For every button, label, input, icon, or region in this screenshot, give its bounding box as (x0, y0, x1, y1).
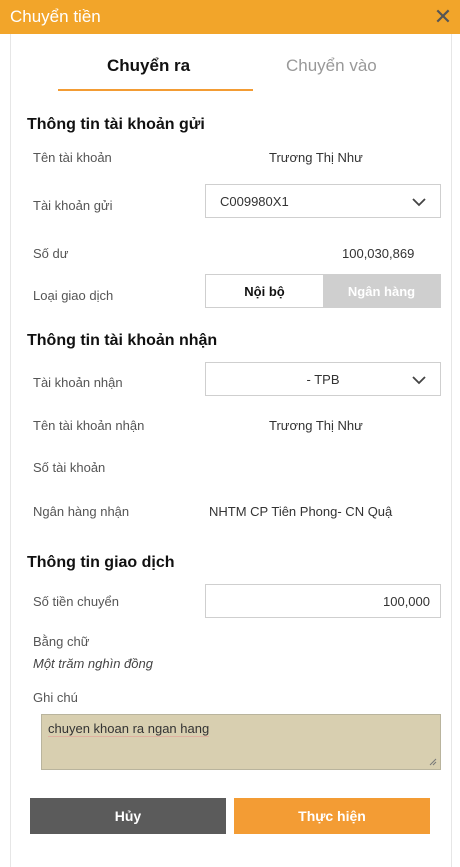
receiver-name-label: Tên tài khoản nhận (33, 418, 145, 433)
balance-label: Số dư (33, 246, 69, 261)
txn-type-bank-option[interactable]: Ngân hàng (323, 275, 440, 307)
note-label: Ghi chú (33, 690, 78, 705)
submit-button[interactable]: Thực hiện (234, 798, 430, 834)
txn-type-internal-option[interactable]: Nội bộ (206, 275, 323, 307)
receiver-section-title: Thông tin tài khoản nhận (27, 332, 218, 349)
receiver-bank-label: Ngân hàng nhận (33, 504, 130, 519)
txn-type-toggle: Nội bộ Ngân hàng (205, 274, 441, 308)
tab-transfer-out[interactable]: Chuyển ra (107, 56, 190, 76)
window-titlebar: Chuyển tiền ✕ (0, 0, 460, 34)
amount-label: Số tiền chuyển (33, 594, 120, 609)
chevron-down-icon (412, 376, 426, 385)
transaction-section-title: Thông tin giao dịch (27, 554, 175, 571)
receiver-account-select[interactable]: - TPB (205, 362, 441, 396)
tab-bar: Chuyển ra Chuyển vào (11, 34, 451, 98)
note-value: chuyen khoan ra ngan hang (48, 721, 210, 737)
sender-name-value: Trương Thị Như (269, 150, 363, 165)
amount-input[interactable]: 100,000 (205, 584, 441, 618)
sender-section-title: Thông tin tài khoản gửi (27, 116, 205, 133)
amount-words-value: Một trăm nghìn đồng (33, 656, 153, 671)
sender-name-label: Tên tài khoản (33, 150, 112, 165)
receiver-name-value: Trương Thị Như (269, 418, 363, 433)
receiver-number-label: Số tài khoản (33, 460, 106, 475)
balance-value: 100,030,869 (342, 246, 415, 261)
close-icon[interactable]: ✕ (426, 0, 460, 34)
note-textarea[interactable]: chuyen khoan ra ngan hang (41, 714, 441, 770)
sender-account-value: C009980X1 (220, 193, 289, 209)
resize-handle-icon[interactable] (429, 758, 437, 766)
receiver-account-value: - TPB (306, 371, 340, 387)
window-title: Chuyển tiền (10, 7, 101, 26)
tab-transfer-in[interactable]: Chuyển vào (286, 56, 377, 76)
active-tab-indicator (58, 89, 253, 91)
amount-words-label: Bằng chữ (33, 634, 90, 649)
receiver-bank-value: NHTM CP Tiên Phong- CN Quậ (209, 504, 393, 519)
txn-type-label: Loại giao dịch (33, 288, 114, 303)
transfer-panel: Chuyển ra Chuyển vào Thông tin tài khoản… (10, 34, 452, 867)
sender-account-label: Tài khoản gửi (33, 198, 113, 213)
cancel-button[interactable]: Hủy (30, 798, 226, 834)
sender-account-select[interactable]: C009980X1 (205, 184, 441, 218)
receiver-account-label: Tài khoản nhận (33, 375, 123, 390)
chevron-down-icon (412, 198, 426, 207)
